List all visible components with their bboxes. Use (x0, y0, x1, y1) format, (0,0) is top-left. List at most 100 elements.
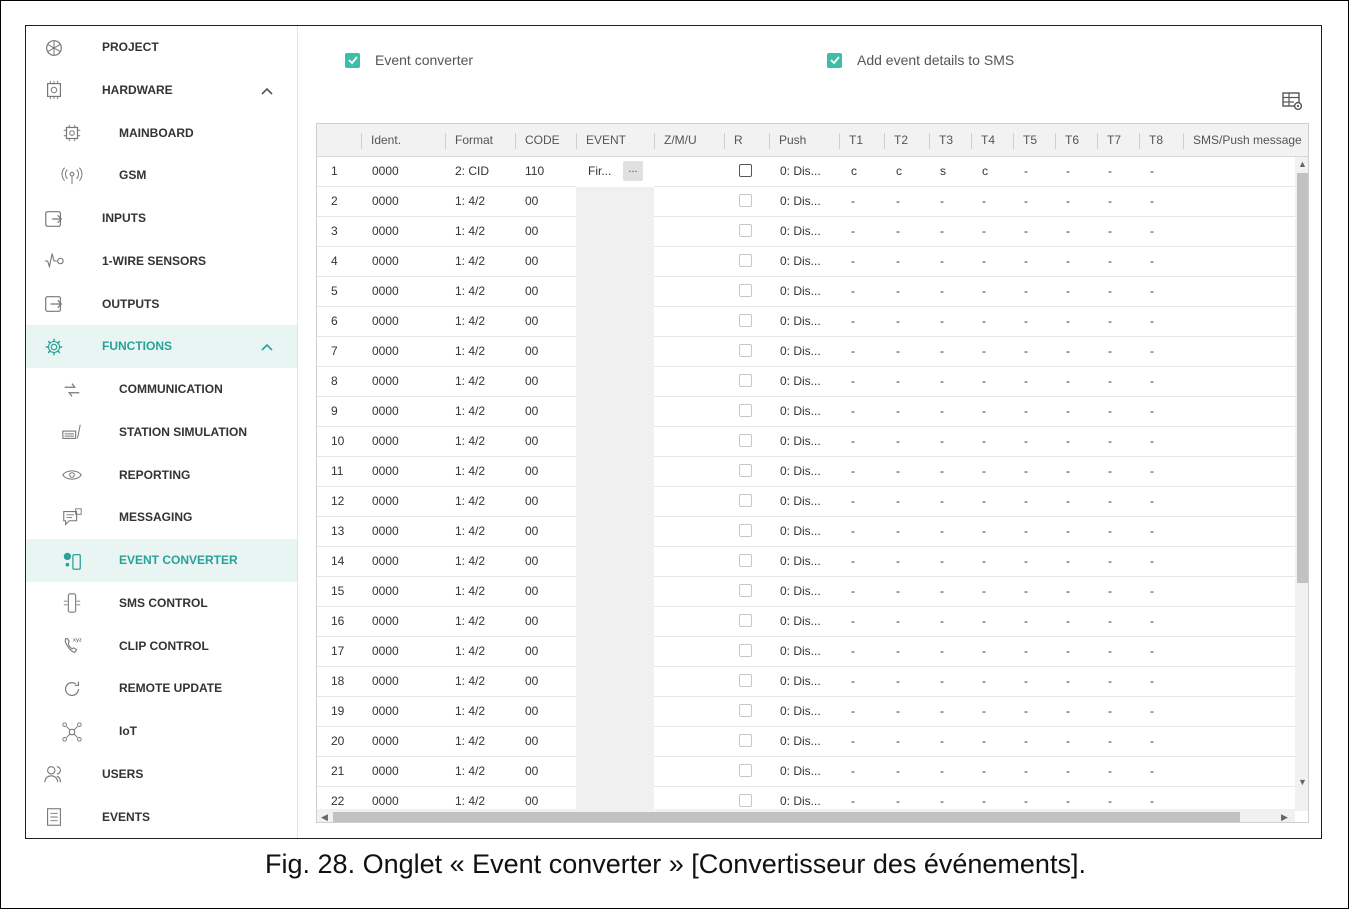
r-checkbox[interactable] (739, 284, 752, 297)
table-cell[interactable]: 0000 (372, 667, 399, 696)
table-cell[interactable]: - (940, 337, 944, 366)
table-settings-icon[interactable] (1282, 92, 1304, 112)
table-cell[interactable]: 0000 (372, 487, 399, 516)
r-checkbox[interactable] (739, 674, 752, 687)
table-cell[interactable]: - (1066, 157, 1070, 186)
event-cell[interactable] (576, 787, 654, 811)
table-cell[interactable]: 0: Dis... (780, 637, 821, 666)
table-cell[interactable]: 00 (525, 487, 538, 516)
sidebar-item-station-simulation[interactable]: STATION SIMULATION (26, 411, 297, 454)
table-cell[interactable]: - (1066, 517, 1070, 546)
table-cell[interactable]: - (1108, 667, 1112, 696)
table-cell[interactable]: - (1108, 307, 1112, 336)
table-cell[interactable]: 1: 4/2 (455, 787, 485, 811)
table-cell[interactable]: 0: Dis... (780, 427, 821, 456)
table-cell[interactable]: - (1108, 577, 1112, 606)
table-cell[interactable]: - (851, 577, 855, 606)
table-cell[interactable]: 0000 (372, 577, 399, 606)
table-cell[interactable]: - (1066, 397, 1070, 426)
scroll-left-icon[interactable]: ◀ (317, 810, 332, 822)
event-cell[interactable] (576, 727, 654, 757)
table-cell[interactable]: 0000 (372, 517, 399, 546)
table-row[interactable]: 16 0000 1: 4/2 00 0: Dis... - - - - - - - - (317, 607, 1295, 637)
event-cell[interactable] (576, 547, 654, 577)
table-cell[interactable]: 00 (525, 787, 538, 811)
table-cell[interactable]: - (1024, 697, 1028, 726)
table-cell[interactable]: 00 (525, 547, 538, 576)
r-checkbox[interactable] (739, 314, 752, 327)
table-cell[interactable]: - (1066, 367, 1070, 396)
r-checkbox[interactable] (739, 554, 752, 567)
table-cell[interactable]: - (851, 607, 855, 636)
table-cell[interactable]: - (1066, 337, 1070, 366)
table-cell[interactable]: - (851, 697, 855, 726)
sidebar-item-hardware[interactable]: HARDWARE (26, 69, 297, 112)
table-cell[interactable]: - (1024, 457, 1028, 486)
column-header[interactable]: CODE (515, 124, 560, 157)
table-cell[interactable]: 1: 4/2 (455, 427, 485, 456)
column-header[interactable]: EVENT (576, 124, 626, 157)
sidebar-item-event-converter[interactable]: EVENT CONVERTER (26, 539, 297, 582)
event-cell[interactable] (576, 337, 654, 367)
table-cell[interactable]: - (1150, 337, 1154, 366)
event-cell[interactable] (576, 247, 654, 277)
table-row[interactable]: 7 0000 1: 4/2 00 0: Dis... - - - - - - - - (317, 337, 1295, 367)
table-cell[interactable]: 00 (525, 637, 538, 666)
table-cell[interactable]: - (896, 517, 900, 546)
table-cell[interactable]: 110 (525, 157, 544, 186)
table-cell[interactable]: - (1108, 547, 1112, 576)
table-cell[interactable]: - (1066, 457, 1070, 486)
sidebar-item-events[interactable]: EVENTS (26, 796, 297, 839)
table-cell[interactable]: - (1108, 787, 1112, 811)
table-cell[interactable]: - (1066, 577, 1070, 606)
scroll-right-icon[interactable]: ▶ (1277, 810, 1292, 822)
event-cell[interactable] (576, 487, 654, 517)
table-cell[interactable]: - (1108, 397, 1112, 426)
table-cell[interactable]: 0: Dis... (780, 787, 821, 811)
table-cell[interactable]: - (1150, 487, 1154, 516)
column-header[interactable]: T3 (929, 124, 953, 157)
table-row[interactable]: 18 0000 1: 4/2 00 0: Dis... - - - - - - - - (317, 667, 1295, 697)
table-cell[interactable]: - (982, 607, 986, 636)
table-cell[interactable]: 00 (525, 217, 538, 246)
table-cell[interactable]: - (1066, 217, 1070, 246)
table-row[interactable]: 2 0000 1: 4/2 00 0: Dis... - - - - - - - - (317, 187, 1295, 217)
table-cell[interactable]: - (851, 397, 855, 426)
table-row[interactable]: 1 0000 2: CID 110 Fir... 0: Dis... c c s c - - - -... (317, 157, 1295, 187)
sidebar-item-iot[interactable]: IoT (26, 710, 297, 753)
table-cell[interactable]: - (896, 217, 900, 246)
table-cell[interactable]: - (896, 247, 900, 276)
table-cell[interactable]: 0: Dis... (780, 727, 821, 756)
sidebar-item-inputs[interactable]: INPUTS (26, 197, 297, 240)
table-cell[interactable]: 1: 4/2 (455, 277, 485, 306)
table-cell[interactable]: - (940, 217, 944, 246)
table-cell[interactable]: - (1108, 277, 1112, 306)
table-cell[interactable]: 1: 4/2 (455, 517, 485, 546)
table-cell[interactable]: 1: 4/2 (455, 397, 485, 426)
table-cell[interactable]: 1: 4/2 (455, 667, 485, 696)
table-cell[interactable]: - (896, 667, 900, 696)
table-cell[interactable]: - (896, 457, 900, 486)
column-header[interactable]: T6 (1055, 124, 1079, 157)
table-cell[interactable]: 0: Dis... (780, 157, 821, 186)
table-cell[interactable]: - (851, 277, 855, 306)
table-cell[interactable]: - (982, 367, 986, 396)
column-header[interactable]: Format (445, 124, 493, 157)
table-cell[interactable]: - (982, 727, 986, 756)
table-cell[interactable]: - (896, 367, 900, 396)
table-cell[interactable]: 1: 4/2 (455, 757, 485, 786)
table-cell[interactable]: - (1024, 547, 1028, 576)
table-cell[interactable]: 0: Dis... (780, 697, 821, 726)
sidebar-item-gsm[interactable]: GSM (26, 154, 297, 197)
table-row[interactable]: 10 0000 1: 4/2 00 0: Dis... - - - - - - - - (317, 427, 1295, 457)
table-cell[interactable]: - (1066, 757, 1070, 786)
table-cell[interactable]: - (896, 487, 900, 516)
table-cell[interactable]: - (982, 307, 986, 336)
table-cell[interactable]: 00 (525, 667, 538, 696)
table-cell[interactable]: - (1024, 607, 1028, 636)
table-cell[interactable]: - (982, 697, 986, 726)
r-checkbox[interactable] (739, 464, 752, 477)
table-cell[interactable]: - (896, 637, 900, 666)
table-cell[interactable]: - (1150, 457, 1154, 486)
table-cell[interactable]: - (1108, 367, 1112, 396)
